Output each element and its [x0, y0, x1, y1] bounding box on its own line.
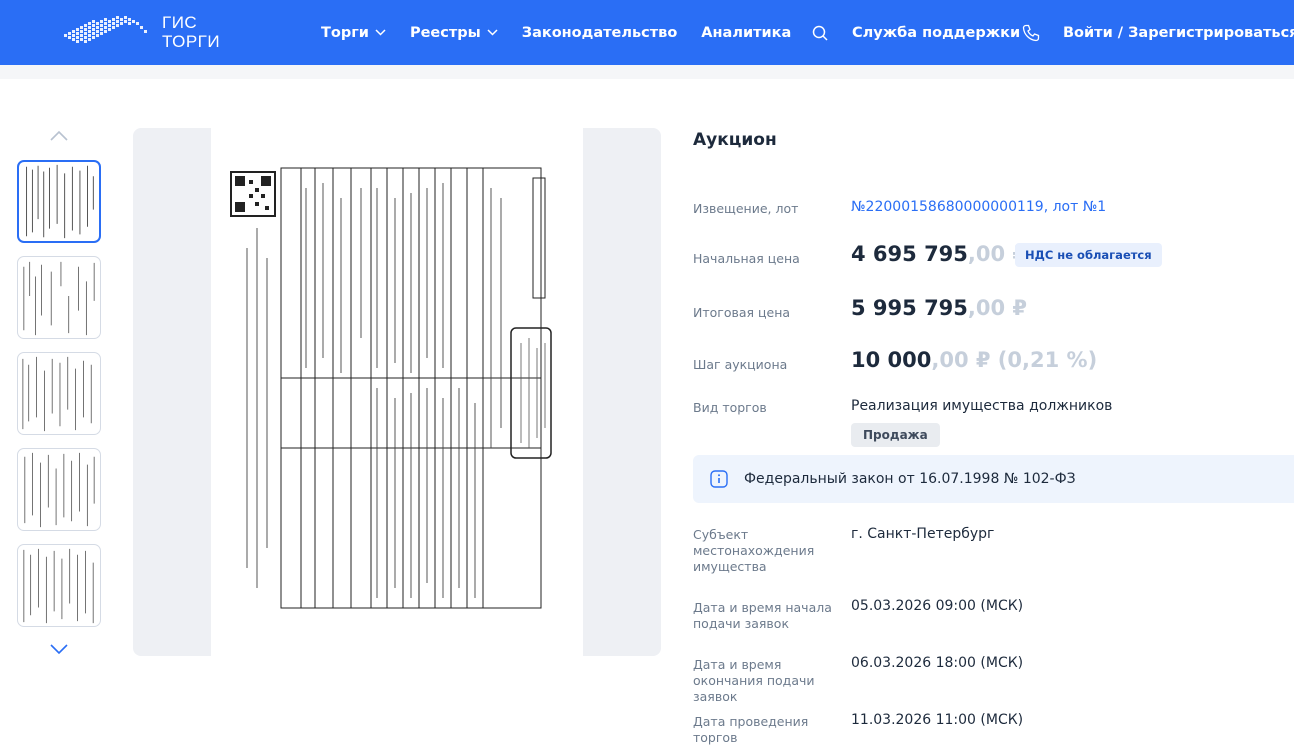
notice-link[interactable]: №22000158680000000119, лот №1	[851, 199, 1106, 215]
support-link[interactable]: Служба поддержки	[852, 0, 1020, 65]
auction-type-title: Аукцион	[693, 130, 777, 150]
login-register-link[interactable]: Войти / Зарегистрироваться	[1063, 0, 1294, 65]
info-icon	[710, 470, 728, 488]
start-price-value: 4 695 795,00 ₽	[851, 242, 1027, 266]
phone-icon[interactable]	[1022, 24, 1040, 42]
nav-item-torgi[interactable]: Торги	[321, 25, 386, 41]
auction-date-value: 11.03.2026 11:00 (МСК)	[851, 712, 1024, 728]
auction-step-label: Шаг аукциона	[693, 357, 788, 372]
document-scan	[211, 128, 583, 656]
document-thumbnail-image	[23, 261, 95, 336]
auction-step-main: 10 000	[851, 348, 932, 372]
auction-kind-value: Реализация имущества должников	[851, 398, 1113, 414]
nav-item-reestry[interactable]: Реестры	[410, 25, 498, 41]
logo[interactable]: ГИС ТОРГИ	[60, 12, 220, 52]
final-price-value: 5 995 795,00 ₽	[851, 296, 1027, 320]
gallery-thumbnail[interactable]	[17, 544, 101, 627]
law-text: Федеральный закон от 16.07.1998 № 102-ФЗ	[744, 471, 1076, 487]
nav-item-legislation[interactable]: Законодательство	[522, 25, 678, 41]
top-header: ГИС ТОРГИ Торги Реестры Законодательство…	[0, 0, 1294, 65]
final-price-tail: ,00 ₽	[967, 296, 1028, 320]
auction-step-value: 10 000,00 ₽ (0,21 %)	[851, 348, 1097, 372]
nav-item-label: Законодательство	[521, 24, 678, 41]
apply-end-value: 06.03.2026 18:00 (МСК)	[851, 655, 1024, 671]
vat-badge: НДС не облагается	[1015, 243, 1162, 267]
law-info-box: Федеральный закон от 16.07.1998 № 102-ФЗ	[693, 455, 1294, 503]
gallery-thumbnail[interactable]	[17, 256, 101, 339]
logo-line-1: ГИС	[162, 13, 198, 32]
apply-end-label: Дата и время окончания подачи заявок	[693, 657, 815, 704]
auction-step-tail: ,00 ₽ (0,21 %)	[931, 348, 1098, 372]
sub-header-bar	[0, 65, 1294, 79]
chevron-up-icon[interactable]	[49, 130, 69, 142]
gallery-thumbnail[interactable]	[17, 448, 101, 531]
document-scan-image	[213, 128, 581, 656]
document-thumbnail-image	[23, 548, 94, 624]
document-thumbnail-image	[24, 452, 95, 528]
apply-start-label: Дата и время начала подачи заявок	[693, 600, 832, 631]
final-price-main: 5 995 795	[851, 296, 968, 320]
nav-item-analytics[interactable]: Аналитика	[701, 25, 791, 41]
logo-line-2: ТОРГИ	[162, 32, 221, 51]
start-price-label: Начальная цена	[693, 251, 800, 266]
russia-map-icon	[64, 16, 147, 43]
location-value: г. Санкт-Петербург	[851, 526, 995, 542]
auction-kind-label: Вид торгов	[693, 400, 767, 415]
start-price-main: 4 695 795	[851, 242, 968, 266]
gallery-thumbnail[interactable]	[17, 160, 101, 243]
sale-badge: Продажа	[851, 423, 940, 447]
chevron-down-icon	[375, 29, 386, 36]
search-icon[interactable]	[812, 25, 828, 41]
main-document-image[interactable]	[133, 128, 661, 656]
document-thumbnail-image	[22, 356, 92, 432]
chevron-down-icon	[487, 29, 498, 36]
gallery-thumbnail[interactable]	[17, 352, 101, 435]
auction-date-label: Дата проведения торгов	[693, 714, 809, 745]
document-thumbnail-image	[26, 164, 94, 239]
chevron-down-icon[interactable]	[49, 643, 69, 655]
notice-label: Извещение, лот	[693, 201, 799, 216]
logo-text: ГИС ТОРГИ	[162, 13, 220, 51]
main-nav: Торги Реестры Законодательство Аналитика	[321, 0, 791, 65]
final-price-label: Итоговая цена	[693, 305, 791, 320]
nav-item-label: Реестры	[409, 24, 481, 41]
nav-item-label: Аналитика	[701, 24, 792, 41]
nav-item-label: Торги	[321, 24, 369, 41]
apply-start-value: 05.03.2026 09:00 (МСК)	[851, 598, 1024, 614]
location-label: Субъект местонахождения имущества	[693, 527, 815, 574]
